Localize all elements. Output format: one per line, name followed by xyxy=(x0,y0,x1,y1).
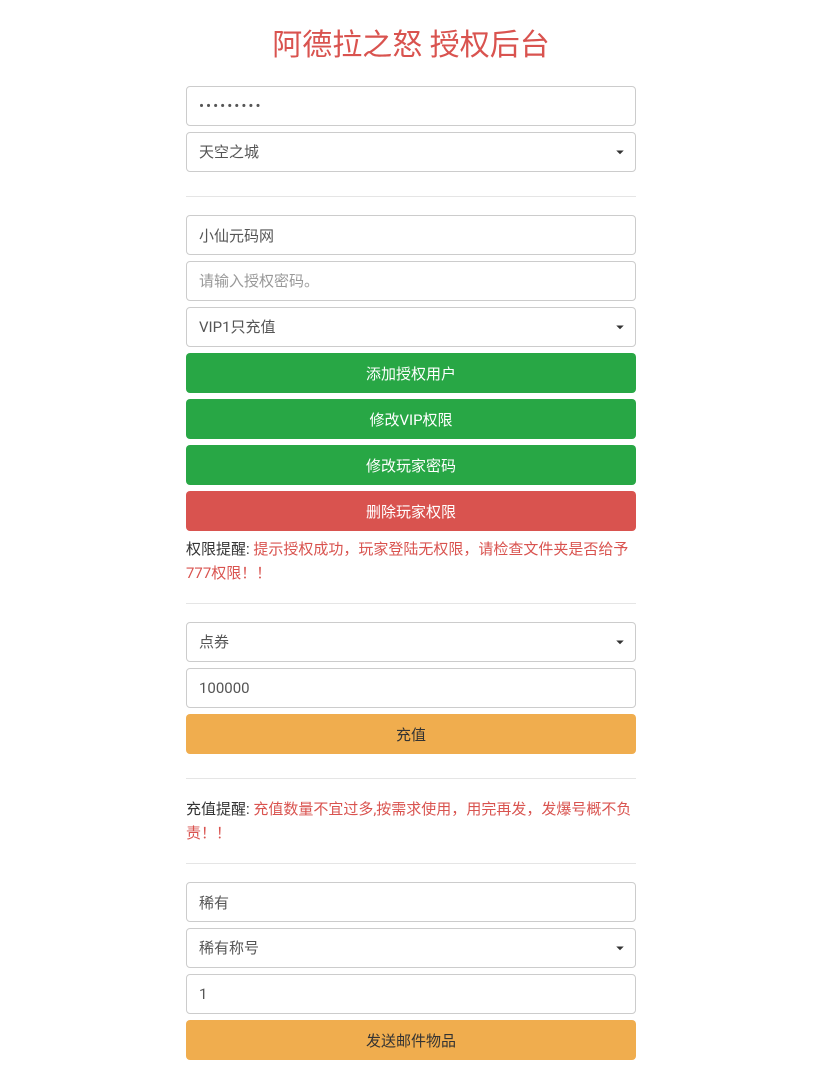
page-title: 阿德拉之怒 授权后台 xyxy=(186,20,636,64)
recharge-notice-text: 充值数量不宜过多,按需求使用，用完再发，发爆号概不负责！！ xyxy=(186,800,631,842)
delete-permission-button[interactable]: 删除玩家权限 xyxy=(186,491,636,531)
recharge-notice-label: 充值提醒: xyxy=(186,800,253,818)
title-select[interactable]: 稀有称号 xyxy=(186,928,636,968)
auth-section: VIP1只充值 添加授权用户 修改VIP权限 修改玩家密码 删除玩家权限 权限提… xyxy=(186,215,636,604)
vip-select[interactable]: VIP1只充值 xyxy=(186,307,636,347)
rarity-input[interactable] xyxy=(186,882,636,922)
auth-notice: 权限提醒: 提示授权成功，玩家登陆无权限，请检查文件夹是否给予777权限！！ xyxy=(186,537,636,585)
username-input[interactable] xyxy=(186,215,636,255)
recharge-section: 点券 充值 xyxy=(186,622,636,779)
quantity-input[interactable] xyxy=(186,974,636,1014)
auth-password-input[interactable] xyxy=(186,261,636,301)
password-input[interactable] xyxy=(186,86,636,126)
recharge-button[interactable]: 充值 xyxy=(186,714,636,754)
add-user-button[interactable]: 添加授权用户 xyxy=(186,353,636,393)
modify-password-button[interactable]: 修改玩家密码 xyxy=(186,445,636,485)
amount-input[interactable] xyxy=(186,668,636,708)
recharge-notice: 充值提醒: 充值数量不宜过多,按需求使用，用完再发，发爆号概不负责！！ xyxy=(186,797,636,845)
login-section: 天空之城 xyxy=(186,86,636,197)
server-select[interactable]: 天空之城 xyxy=(186,132,636,172)
auth-notice-text: 提示授权成功，玩家登陆无权限，请检查文件夹是否给予777权限！！ xyxy=(186,540,628,582)
send-mail-button[interactable]: 发送邮件物品 xyxy=(186,1020,636,1060)
auth-notice-label: 权限提醒: xyxy=(186,540,253,558)
recharge-notice-section: 充值提醒: 充值数量不宜过多,按需求使用，用完再发，发爆号概不负责！！ xyxy=(186,797,636,864)
mail-section: 稀有称号 发送邮件物品 xyxy=(186,882,636,1060)
modify-vip-button[interactable]: 修改VIP权限 xyxy=(186,399,636,439)
currency-select[interactable]: 点券 xyxy=(186,622,636,662)
